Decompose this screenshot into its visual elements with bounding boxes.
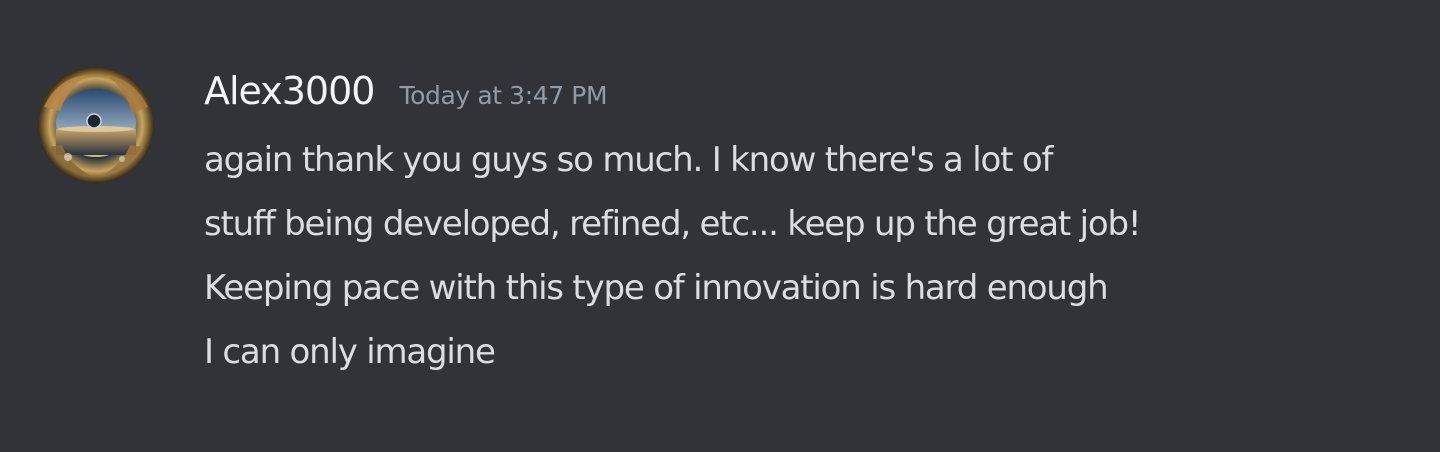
message-line: stuff being developed, refined, etc... k…: [204, 204, 1142, 244]
chat-message: Alex3000 Today at 3:47 PM again thank yo…: [0, 0, 1440, 452]
message-header: Alex3000 Today at 3:47 PM: [204, 68, 608, 119]
avatar-image: [38, 67, 154, 183]
message-line: Keeping pace with this type of innovatio…: [204, 268, 1109, 308]
message-line: again thank you guys so much. I know the…: [204, 140, 1053, 180]
timestamp[interactable]: Today at 3:47 PM: [399, 73, 607, 119]
username[interactable]: Alex3000: [204, 68, 375, 114]
message-line: I can only imagine: [204, 332, 496, 372]
avatar[interactable]: [38, 67, 154, 183]
message-content: again thank you guys so much. I know the…: [204, 128, 1404, 384]
